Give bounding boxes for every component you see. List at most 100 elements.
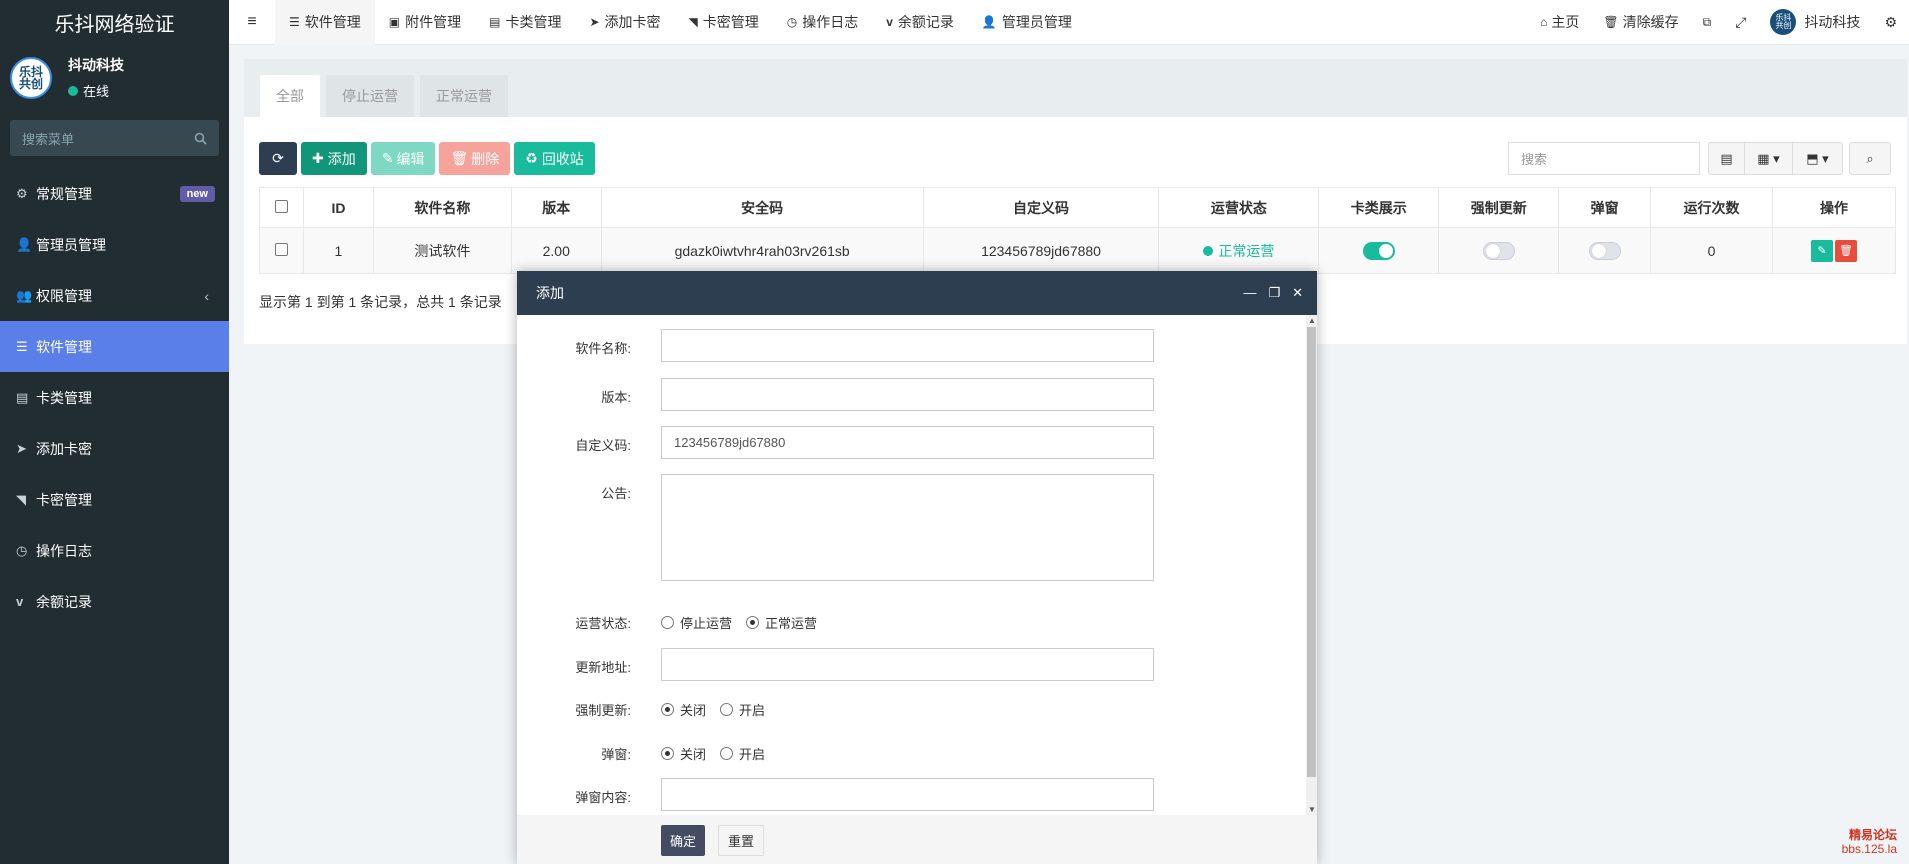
confirm-button[interactable]: 确定 xyxy=(661,825,706,856)
force-update-toggle[interactable] xyxy=(1482,241,1515,260)
tab-cardtype[interactable]: ▤ 卡类管理 xyxy=(475,0,575,45)
search-icon[interactable] xyxy=(194,132,207,145)
tab-addcard[interactable]: ➤ 添加卡密 xyxy=(575,0,674,45)
col-id[interactable]: ID xyxy=(302,187,374,228)
tab-admin[interactable]: 👤 管理员管理 xyxy=(968,0,1086,45)
edit-button[interactable]: ✎ 编辑 xyxy=(370,142,436,175)
notice-textarea[interactable] xyxy=(661,474,1154,581)
sidebar-item-log[interactable]: ◷ 操作日志 xyxy=(0,525,229,576)
row-edit-button[interactable]: ✎ xyxy=(1810,239,1833,262)
popup-toggle[interactable] xyxy=(1588,241,1621,260)
cell-runs: 0 xyxy=(1650,227,1773,274)
table-row[interactable]: 1 测试软件 2.00 gdazk0iwtvhr4rah03rv261sb 12… xyxy=(259,227,1897,274)
toggle-view-button[interactable]: ▤ xyxy=(1708,142,1745,175)
paper-plane-icon: ➤ xyxy=(589,15,600,29)
columns-button[interactable]: ▦ ▾ xyxy=(1745,142,1793,175)
col-custom[interactable]: 自定义码 xyxy=(922,187,1160,228)
delete-button[interactable]: 🗑 删除 xyxy=(439,142,511,175)
col-version[interactable]: 版本 xyxy=(510,187,602,228)
sidebar-item-addcard[interactable]: ➤ 添加卡密 xyxy=(0,423,229,474)
row-delete-button[interactable]: 🗑 xyxy=(1834,239,1857,262)
force-update-label: 强制更新: xyxy=(575,703,631,718)
close-icon[interactable]: ✕ xyxy=(1292,285,1303,301)
row-checkbox[interactable] xyxy=(274,242,288,256)
software-name-input[interactable] xyxy=(661,329,1154,362)
field-row-custom: 自定义码: 123456789jd67880 xyxy=(517,426,1307,459)
maximize-icon[interactable]: ❐ xyxy=(1268,285,1280,301)
col-popup[interactable]: 弹窗 xyxy=(1558,187,1652,228)
col-runs[interactable]: 运行次数 xyxy=(1650,187,1773,228)
cogs-icon: ⚙ xyxy=(16,185,28,201)
home-link[interactable]: ⌂ 主页 xyxy=(1528,12,1591,32)
scroll-down-icon[interactable]: ▼ xyxy=(1308,805,1316,814)
filter-tab-normal[interactable]: 正常运营 xyxy=(420,75,508,117)
version-label: 版本: xyxy=(601,390,631,405)
force-on-radio[interactable] xyxy=(720,703,734,716)
clock-icon: ◷ xyxy=(16,542,28,558)
recycle-bin-button[interactable]: ♻ 回收站 xyxy=(514,142,595,175)
popup-off-option[interactable]: 关闭 xyxy=(661,744,706,763)
sidebar-item-cardtype[interactable]: ▤ 卡类管理 xyxy=(0,372,229,423)
force-off-option[interactable]: 关闭 xyxy=(661,700,706,719)
sidebar-item-balance[interactable]: v 余额记录 xyxy=(0,576,229,627)
cell-card-show xyxy=(1318,227,1440,274)
sidebar-item-cardmanage[interactable]: ◥ 卡密管理 xyxy=(0,474,229,525)
export-button[interactable]: ⬒ ▾ xyxy=(1793,142,1843,175)
table-search-input[interactable]: 搜索 xyxy=(1508,142,1700,175)
search-button[interactable]: ⌕ xyxy=(1849,142,1891,175)
popup-on-option[interactable]: 开启 xyxy=(720,744,765,763)
col-status[interactable]: 运营状态 xyxy=(1158,187,1320,228)
status-stop-radio[interactable] xyxy=(661,616,674,629)
tab-cardmanage[interactable]: ◥ 卡密管理 xyxy=(675,0,773,45)
col-name[interactable]: 软件名称 xyxy=(372,187,512,228)
refresh-button[interactable]: ⟳ xyxy=(259,142,297,175)
filter-tab-stopped[interactable]: 停止运营 xyxy=(326,75,414,117)
minimize-icon[interactable]: — xyxy=(1243,285,1256,301)
tab-attachment[interactable]: ▣ 附件管理 xyxy=(375,0,475,45)
status-normal-option[interactable]: 正常运营 xyxy=(746,613,817,632)
tab-label: 操作日志 xyxy=(802,14,859,30)
col-force-update[interactable]: 强制更新 xyxy=(1438,187,1560,228)
brand-title[interactable]: 乐抖网络验证 xyxy=(0,0,229,45)
card-show-toggle[interactable] xyxy=(1362,241,1395,260)
force-off-radio[interactable] xyxy=(661,703,674,716)
tab-software[interactable]: ☰ 软件管理 xyxy=(275,0,375,45)
status-badge[interactable]: 正常运营 xyxy=(1203,241,1274,261)
select-all-checkbox[interactable] xyxy=(274,199,288,213)
popup-content-input[interactable] xyxy=(661,778,1154,811)
sidebar-item-software[interactable]: ☰ 软件管理 xyxy=(0,321,229,372)
dialog-header[interactable]: 添加 — ❐ ✕ xyxy=(517,271,1317,315)
col-security[interactable]: 安全码 xyxy=(600,187,924,228)
sidebar-item-admin[interactable]: 👤 管理员管理 xyxy=(0,219,229,270)
col-card-show[interactable]: 卡类展示 xyxy=(1318,187,1440,228)
tab-balance[interactable]: v 余额记录 xyxy=(872,0,968,45)
sidebar-item-permission[interactable]: 👥 权限管理 ‹ xyxy=(0,270,229,321)
user-status-text: 在线 xyxy=(83,84,110,99)
dialog-scrollbar[interactable]: ▲ ▼ xyxy=(1306,315,1317,815)
popup-off-radio[interactable] xyxy=(661,747,674,760)
fullscreen-icon[interactable]: ⤢ xyxy=(1723,14,1758,31)
update-url-input[interactable] xyxy=(661,648,1154,681)
settings-gear-icon[interactable]: ⚙ xyxy=(1872,14,1909,31)
add-button[interactable]: ✚ 添加 xyxy=(301,142,367,175)
scroll-up-icon[interactable]: ▲ xyxy=(1308,316,1316,325)
scrollbar-thumb[interactable] xyxy=(1307,327,1316,777)
sidebar-item-general[interactable]: ⚙ 常规管理 new xyxy=(0,168,229,219)
status-stop-option[interactable]: 停止运营 xyxy=(661,613,732,632)
version-input[interactable] xyxy=(661,378,1154,411)
user-menu[interactable]: 乐抖 共创 抖动科技 xyxy=(1758,9,1872,35)
menu-toggle-icon[interactable]: ≡ xyxy=(229,13,275,31)
clear-cache-button[interactable]: 🗑 清除缓存 xyxy=(1591,12,1690,32)
popup-on-radio[interactable] xyxy=(720,747,734,760)
force-on-option[interactable]: 开启 xyxy=(720,700,765,719)
menu-search-input[interactable]: 搜索菜单 xyxy=(10,120,219,156)
status-normal-radio[interactable] xyxy=(746,616,760,629)
custom-code-input[interactable]: 123456789jd67880 xyxy=(661,426,1154,459)
filter-tab-all[interactable]: 全部 xyxy=(260,75,320,117)
sidebar: 乐抖网络验证 乐抖 共创 抖动科技 在线 搜索菜单 ⚙ 常规管理 new 👤 管理… xyxy=(0,0,229,864)
tab-log[interactable]: ◷ 操作日志 xyxy=(773,0,872,45)
reset-button[interactable]: 重置 xyxy=(718,825,765,856)
translate-icon[interactable]: ⧉ xyxy=(1691,15,1724,30)
chevron-left-icon: ‹ xyxy=(204,287,209,304)
user-icon: 👤 xyxy=(981,15,997,29)
